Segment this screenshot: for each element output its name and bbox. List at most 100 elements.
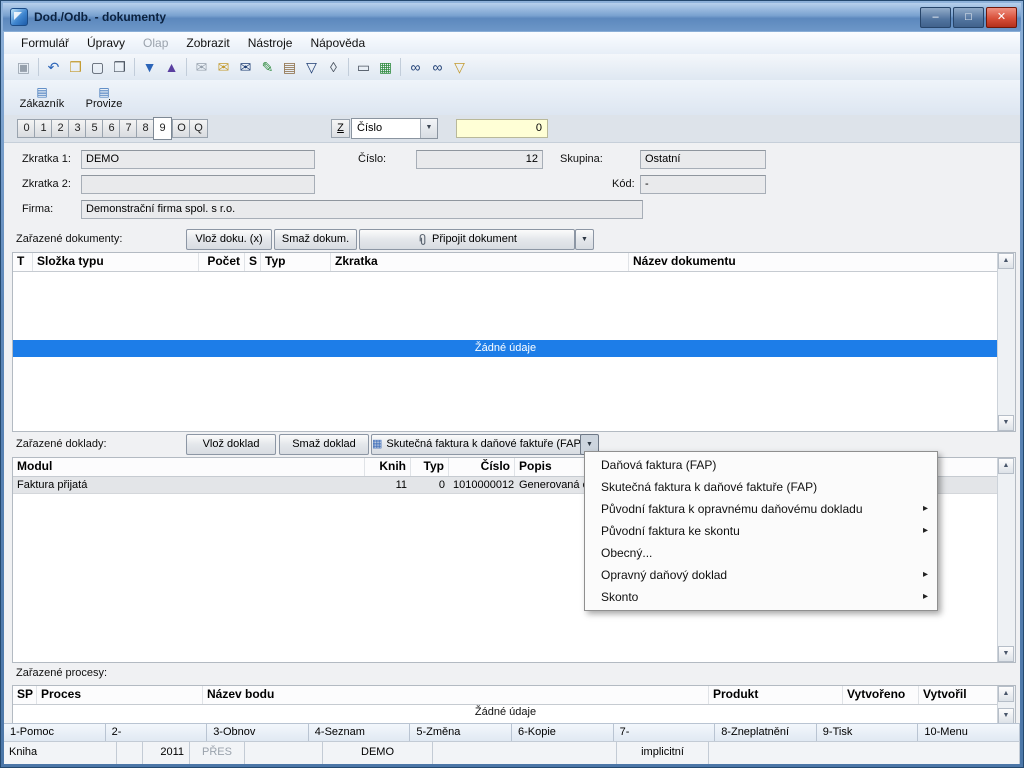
menu-item-skonto[interactable]: Skonto▸ bbox=[585, 586, 937, 608]
tab-Q[interactable]: Q bbox=[189, 119, 208, 138]
vloz-dokument-button[interactable]: Vlož doku. (x) bbox=[186, 229, 272, 250]
minimize-button[interactable]: – bbox=[920, 7, 951, 28]
col-nazev-bodu[interactable]: Název bodu bbox=[203, 686, 709, 704]
print-preview-icon[interactable]: ▭ bbox=[353, 57, 374, 77]
doklad-type-button[interactable]: ▦ Skutečná faktura k daňové faktuře (FAP… bbox=[371, 434, 582, 455]
fkey-3-obnov[interactable]: 3-Obnov bbox=[207, 724, 309, 742]
fkey-7[interactable]: 7- bbox=[614, 724, 716, 742]
no-data-text: Žádné údaje bbox=[13, 706, 998, 718]
filter-field-combo-value: Číslo bbox=[357, 122, 382, 134]
undo-icon[interactable]: ↶ bbox=[43, 57, 64, 77]
scroll-down-icon[interactable]: ▼ bbox=[998, 646, 1014, 662]
menubar: Formulář Úpravy Olap Zobrazit Nástroje N… bbox=[4, 32, 1020, 55]
fkey-8-zneplatneni[interactable]: 8-Zneplatnění bbox=[715, 724, 817, 742]
scroll-down-icon[interactable]: ▼ bbox=[998, 415, 1014, 431]
mail-new-icon[interactable]: ✉ bbox=[213, 57, 234, 77]
menu-napoveda[interactable]: Nápověda bbox=[301, 34, 374, 52]
fkey-1-pomoc[interactable]: 1-Pomoc bbox=[4, 724, 106, 742]
col-pocet[interactable]: Počet bbox=[199, 253, 245, 271]
status-kniha: Kniha bbox=[4, 742, 117, 764]
mail-send-icon[interactable]: ✉ bbox=[235, 57, 256, 77]
zkratka1-field[interactable]: DEMO bbox=[81, 150, 315, 169]
fkey-5-zmena[interactable]: 5-Změna bbox=[410, 724, 512, 742]
find-icon[interactable]: ∞ bbox=[405, 57, 426, 77]
fkey-9-tisk[interactable]: 9-Tisk bbox=[817, 724, 919, 742]
pripojit-dokument-button[interactable]: Připojit dokument bbox=[359, 229, 575, 250]
kod-field[interactable]: - bbox=[640, 175, 766, 194]
new-document-icon[interactable]: ▢ bbox=[87, 57, 108, 77]
menu-item-skutecna-faktura[interactable]: Skutečná faktura k daňové faktuře (FAP) bbox=[585, 476, 937, 498]
col-s[interactable]: S bbox=[245, 253, 261, 271]
find-next-icon[interactable]: ∞ bbox=[427, 57, 448, 77]
menu-nastroje[interactable]: Nástroje bbox=[239, 34, 302, 52]
notebook-icon[interactable]: ▤ bbox=[279, 57, 300, 77]
save-icon[interactable]: ▣ bbox=[13, 57, 34, 77]
col-knih[interactable]: Knih bbox=[365, 458, 411, 476]
dokumenty-scrollbar[interactable]: ▲ ▼ bbox=[997, 253, 1015, 431]
col-cislo2[interactable]: Číslo bbox=[449, 458, 515, 476]
col-produkt[interactable]: Produkt bbox=[709, 686, 843, 704]
maximize-button[interactable]: □ bbox=[953, 7, 984, 28]
scroll-up-icon[interactable]: ▲ bbox=[998, 686, 1014, 702]
skupina-field[interactable]: Ostatní bbox=[640, 150, 766, 169]
submenu-arrow-icon: ▸ bbox=[923, 520, 928, 542]
attach-dropdown-button[interactable]: ▼ bbox=[575, 229, 594, 250]
col-vytvoreno[interactable]: Vytvořeno bbox=[843, 686, 919, 704]
vloz-doklad-label: Vlož doklad bbox=[203, 436, 260, 453]
zkratka2-field[interactable] bbox=[81, 175, 315, 194]
col-proces[interactable]: Proces bbox=[37, 686, 203, 704]
col-sp[interactable]: SP bbox=[13, 686, 37, 704]
sort-up-icon[interactable]: ▲ bbox=[161, 57, 182, 77]
status-year: 2011 bbox=[143, 742, 190, 764]
menu-item-puvodni-faktura-odd[interactable]: Původní faktura k opravnému daňovému dok… bbox=[585, 498, 937, 520]
z-button[interactable]: Z bbox=[331, 119, 350, 138]
col-typ[interactable]: Typ bbox=[261, 253, 331, 271]
tab-9-selected[interactable]: 9 bbox=[153, 117, 172, 140]
col-nazev[interactable]: Název dokumentu bbox=[629, 253, 1015, 271]
pushpin-icon[interactable]: ◊ bbox=[323, 57, 344, 77]
fkey-10-menu[interactable]: 10-Menu bbox=[918, 724, 1020, 742]
scroll-up-icon[interactable]: ▲ bbox=[998, 458, 1014, 474]
menu-item-puvodni-faktura-skonto[interactable]: Původní faktura ke skontu▸ bbox=[585, 520, 937, 542]
col-typ2[interactable]: Typ bbox=[411, 458, 449, 476]
filter-field-combo[interactable]: Číslo ▼ bbox=[351, 118, 438, 139]
scroll-down-icon[interactable]: ▼ bbox=[998, 708, 1014, 724]
smaz-doklad-button[interactable]: Smaž doklad bbox=[279, 434, 369, 455]
firma-field[interactable]: Demonstrační firma spol. s r.o. bbox=[81, 200, 643, 219]
menu-formular[interactable]: Formulář bbox=[12, 34, 78, 52]
copy-icon[interactable]: ❐ bbox=[109, 57, 130, 77]
scroll-up-icon[interactable]: ▲ bbox=[998, 253, 1014, 269]
doklady-scrollbar[interactable]: ▲ ▼ bbox=[997, 458, 1015, 662]
provize-button[interactable]: ▤ Provize bbox=[76, 83, 132, 113]
menu-item-danova-faktura[interactable]: Daňová faktura (FAP) bbox=[585, 454, 937, 476]
signature-icon[interactable]: ✎ bbox=[257, 57, 278, 77]
cislo-field[interactable]: 12 bbox=[416, 150, 543, 169]
filter-icon[interactable]: ▽ bbox=[301, 57, 322, 77]
procesy-scrollbar[interactable]: ▲ ▼ bbox=[997, 686, 1015, 724]
mail-open-icon[interactable]: ✉ bbox=[191, 57, 212, 77]
fkey-2[interactable]: 2- bbox=[106, 724, 208, 742]
status-cell bbox=[117, 742, 143, 764]
col-t[interactable]: T bbox=[13, 253, 33, 271]
smaz-dokument-button[interactable]: Smaž dokum. bbox=[274, 229, 357, 250]
toolbar-separator bbox=[38, 58, 39, 76]
filter-value-input[interactable]: 0 bbox=[456, 119, 548, 138]
zkratka1-label: Zkratka 1: bbox=[22, 153, 71, 165]
fkey-4-seznam[interactable]: 4-Seznam bbox=[309, 724, 411, 742]
menu-upravy[interactable]: Úpravy bbox=[78, 34, 134, 52]
col-modul[interactable]: Modul bbox=[13, 458, 365, 476]
menu-zobrazit[interactable]: Zobrazit bbox=[177, 34, 238, 52]
vloz-doklad-button[interactable]: Vlož doklad bbox=[186, 434, 276, 455]
open-folder-icon[interactable]: ❒ bbox=[65, 57, 86, 77]
insert-rows-icon[interactable]: ▦ bbox=[375, 57, 396, 77]
menu-item-obecny[interactable]: Obecný... bbox=[585, 542, 937, 564]
filter-clear-icon[interactable]: ▽ bbox=[449, 57, 470, 77]
zakaznik-button[interactable]: ▤ Zákazník bbox=[14, 83, 70, 113]
fkey-6-kopie[interactable]: 6-Kopie bbox=[512, 724, 614, 742]
col-zkratka[interactable]: Zkratka bbox=[331, 253, 629, 271]
col-slozka[interactable]: Složka typu bbox=[33, 253, 199, 271]
sort-down-icon[interactable]: ▼ bbox=[139, 57, 160, 77]
close-button[interactable]: ✕ bbox=[986, 7, 1017, 28]
chevron-down-icon[interactable]: ▼ bbox=[420, 119, 437, 138]
menu-item-opravny-danovy-doklad[interactable]: Opravný daňový doklad▸ bbox=[585, 564, 937, 586]
